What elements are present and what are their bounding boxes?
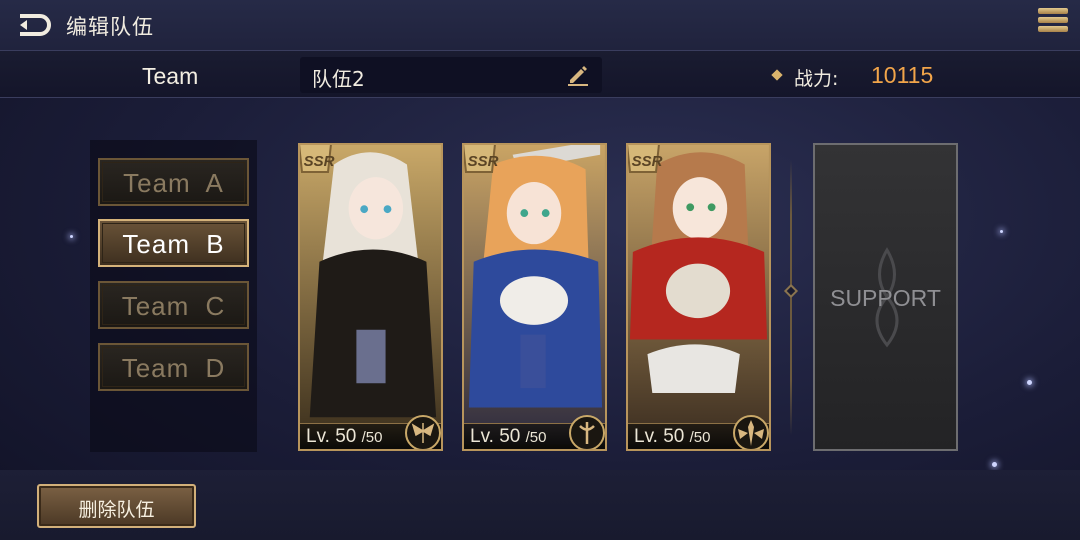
level-text: Lv. 50 /50 (306, 426, 383, 448)
support-slot[interactable]: SUPPORT (813, 143, 958, 451)
staff-crest-icon (569, 415, 605, 449)
hero-portrait (628, 145, 769, 445)
top-bar: 编辑队伍 (0, 0, 1080, 50)
spear-wings-icon (733, 415, 769, 449)
hero-card-2[interactable]: SSR Lv. 50 /50 (462, 143, 607, 451)
page-title: 编辑队伍 (66, 15, 154, 39)
level-text: Lv. 50 /50 (634, 426, 711, 448)
team-name-field[interactable]: 队伍2 (300, 57, 602, 93)
rarity-label: SSR (467, 153, 499, 170)
team-d-button[interactable]: Team D (98, 343, 249, 391)
team-name-text: 队伍2 (312, 67, 365, 91)
team-a-button[interactable]: Team A (98, 158, 249, 206)
delete-team-button[interactable]: 删除队伍 (37, 484, 196, 528)
team-d-label: Team D (121, 353, 226, 383)
max-level: /50 (525, 429, 547, 446)
team-b-label: Team B (122, 229, 225, 259)
hero-portrait (300, 145, 441, 445)
background-star (1000, 230, 1003, 233)
bottom-bar: 删除队伍 (0, 470, 1080, 540)
hero-card-1[interactable]: SSR Lv. 50 /50 (298, 143, 443, 451)
hero-portrait (464, 145, 605, 445)
level-text: Lv. 50 /50 (470, 426, 547, 448)
winged-crest-icon (405, 415, 441, 449)
back-arrow-icon[interactable] (14, 11, 54, 39)
max-level: /50 (361, 429, 383, 446)
team-b-button[interactable]: Team B (98, 219, 249, 267)
power-label: 战力: (794, 68, 839, 90)
rarity-label: SSR (303, 153, 335, 170)
team-selector-panel: Team A Team B Team C Team D (90, 140, 257, 452)
background-star (1027, 380, 1032, 385)
max-level: /50 (689, 429, 711, 446)
power-diamond-icon (771, 69, 783, 81)
team-c-label: Team C (121, 291, 226, 321)
delete-team-label: 删除队伍 (78, 499, 155, 521)
support-label: SUPPORT (830, 285, 941, 311)
divider-ornament (783, 283, 799, 299)
team-info-bar: Team 队伍2 战力: 10115 (0, 50, 1080, 98)
background-star (70, 235, 73, 238)
level-value: Lv. 50 (634, 426, 685, 447)
background-star (992, 462, 997, 467)
power-value: 10115 (871, 62, 934, 88)
rarity-label: SSR (631, 153, 663, 170)
pencil-edit-icon[interactable] (566, 63, 590, 87)
team-c-button[interactable]: Team C (98, 281, 249, 329)
level-value: Lv. 50 (306, 426, 357, 447)
team-a-label: Team A (123, 168, 224, 198)
level-value: Lv. 50 (470, 426, 521, 447)
hero-card-3[interactable]: SSR Lv. 50 /50 (626, 143, 771, 451)
hamburger-menu-icon[interactable] (1038, 8, 1068, 36)
team-label: Team (142, 63, 199, 89)
